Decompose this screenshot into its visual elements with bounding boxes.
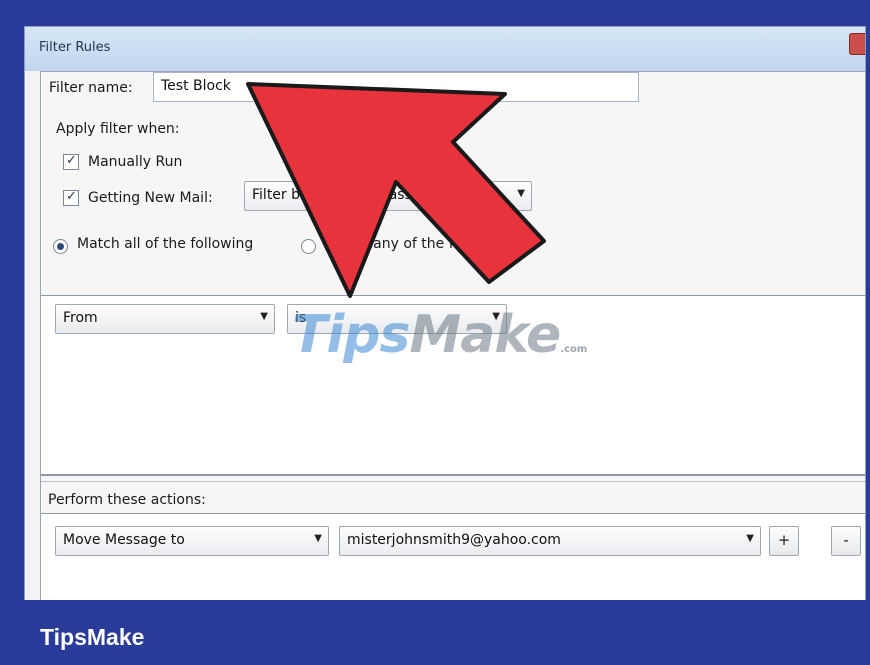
match-any-radio[interactable]	[301, 239, 316, 254]
action-type-value: Move Message to	[63, 532, 185, 548]
getting-new-mail-checkbox[interactable]	[63, 189, 79, 206]
apply-filter-heading: Apply filter when:	[56, 121, 180, 137]
window-title: Filter Rules	[39, 40, 111, 55]
bottom-brand-bar: TipsMake	[0, 600, 870, 665]
chevron-down-icon: ▼	[746, 533, 754, 544]
watermark-ips: ips	[326, 305, 410, 365]
chevron-down-icon: ▼	[517, 188, 525, 199]
actions-list: Move Message to ▼ misterjohnsmith9@yahoo…	[41, 513, 865, 601]
action-type-dropdown[interactable]: Move Message to ▼	[55, 526, 329, 556]
manually-run-label: Manually Run	[88, 154, 183, 170]
getting-new-mail-label: Getting New Mail:	[88, 190, 213, 206]
watermark-suffix: .com	[560, 344, 588, 355]
manually-run-checkbox[interactable]	[63, 153, 79, 170]
match-any-label: Match any of the following	[326, 236, 512, 252]
perform-actions-heading: Perform these actions:	[48, 492, 206, 508]
chevron-down-icon: ▼	[314, 533, 322, 544]
match-all-radio[interactable]	[53, 239, 68, 254]
watermark-t: T	[292, 305, 327, 365]
chevron-down-icon: ▼	[260, 311, 268, 322]
filter-name-input[interactable]: Test Block	[153, 72, 639, 102]
title-bar: Filter Rules	[25, 27, 865, 71]
action-target-value: misterjohnsmith9@yahoo.com	[347, 532, 561, 548]
criteria-field-value: From	[63, 310, 98, 326]
filter-name-value: Test Block	[161, 78, 231, 94]
close-button[interactable]	[849, 33, 865, 55]
criteria-field-dropdown[interactable]: From ▼	[55, 304, 275, 334]
filter-name-label: Filter name:	[49, 80, 133, 96]
match-all-label: Match all of the following	[77, 236, 254, 252]
tipsmake-watermark: TipsMake.com	[292, 305, 587, 365]
section-divider	[41, 481, 865, 482]
action-target-dropdown[interactable]: misterjohnsmith9@yahoo.com ▼	[339, 526, 761, 556]
brand-name: TipsMake	[40, 624, 145, 650]
watermark-make: Make	[409, 305, 561, 365]
new-mail-timing-dropdown[interactable]: Filter before Junk Classification ▼	[244, 181, 532, 211]
new-mail-timing-value: Filter before Junk Classification	[252, 187, 468, 203]
add-action-button[interactable]: +	[769, 526, 799, 556]
remove-action-button[interactable]: -	[831, 526, 861, 556]
